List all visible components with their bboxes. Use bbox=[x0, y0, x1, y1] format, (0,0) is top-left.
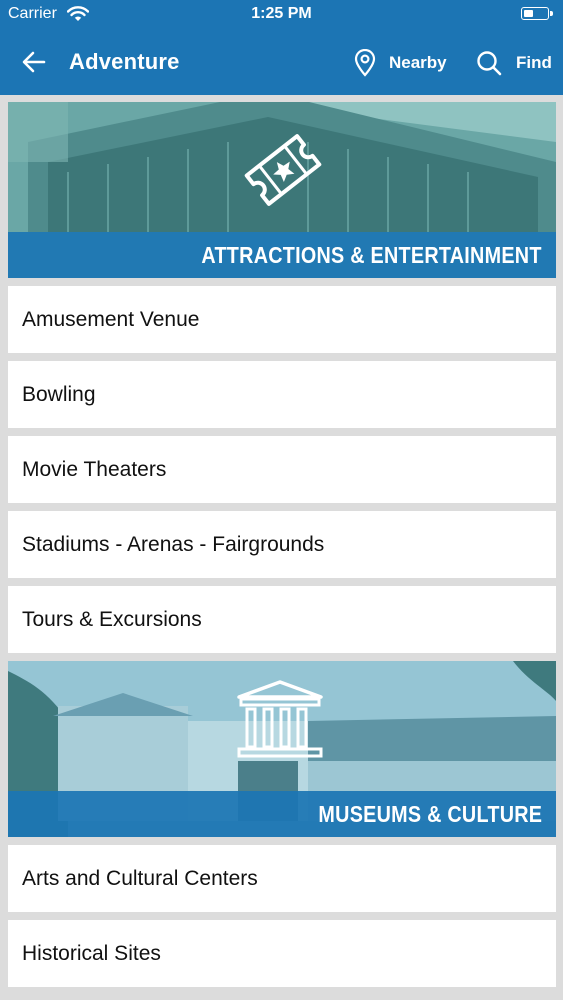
category-item[interactable]: Bowling bbox=[8, 361, 556, 428]
category-item[interactable]: Historical Sites bbox=[8, 920, 556, 987]
category-label: Historical Sites bbox=[22, 941, 161, 965]
category-label: Arts and Cultural Centers bbox=[22, 866, 258, 890]
category-item[interactable]: Arts and Cultural Centers bbox=[8, 845, 556, 912]
page-title: Adventure bbox=[69, 49, 180, 74]
category-list: ATTRACTIONS & ENTERTAINMENT Amusement Ve… bbox=[8, 102, 556, 995]
category-label: Movie Theaters bbox=[22, 457, 167, 481]
category-label: Stadiums - Arenas - Fairgrounds bbox=[22, 532, 325, 556]
category-label: Tours & Excursions bbox=[22, 607, 202, 631]
category-item[interactable]: Stadiums - Arenas - Fairgrounds bbox=[8, 511, 556, 578]
back-arrow-icon[interactable] bbox=[20, 48, 48, 76]
location-pin-icon bbox=[354, 49, 376, 77]
battery-icon bbox=[521, 7, 553, 20]
category-item[interactable]: Amusement Venue bbox=[8, 286, 556, 353]
section-title: ATTRACTIONS & ENTERTAINMENT bbox=[201, 242, 542, 268]
navigation-bar: Adventure Nearby Find bbox=[0, 30, 563, 95]
museum-icon bbox=[237, 680, 323, 758]
status-time: 1:25 PM bbox=[251, 5, 312, 22]
find-label: Find bbox=[516, 53, 552, 72]
section-banner-attractions[interactable]: ATTRACTIONS & ENTERTAINMENT bbox=[8, 102, 556, 278]
category-label: Bowling bbox=[22, 382, 96, 406]
category-item[interactable]: Movie Theaters bbox=[8, 436, 556, 503]
find-button[interactable]: Find bbox=[476, 48, 552, 78]
category-label: Amusement Venue bbox=[22, 307, 200, 331]
category-item[interactable]: Tours & Excursions bbox=[8, 586, 556, 653]
ticket-icon bbox=[244, 134, 322, 206]
search-icon bbox=[477, 51, 502, 76]
section-banner-museums[interactable]: MUSEUMS & CULTURE bbox=[8, 661, 556, 837]
status-bar: Carrier 1:25 PM bbox=[0, 0, 563, 30]
nearby-button[interactable]: Nearby bbox=[353, 48, 447, 78]
nearby-label: Nearby bbox=[389, 53, 447, 72]
app-header: Carrier 1:25 PM Adventure Nearby Find bbox=[0, 0, 563, 95]
section-title: MUSEUMS & CULTURE bbox=[318, 801, 542, 827]
